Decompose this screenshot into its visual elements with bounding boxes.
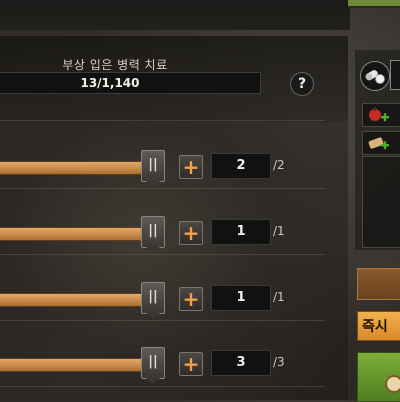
apple-plus-icon[interactable] bbox=[362, 103, 400, 127]
divider bbox=[0, 386, 325, 387]
top-bar bbox=[0, 0, 350, 30]
help-icon[interactable]: ? bbox=[290, 72, 314, 96]
treatment-title: 부상 입은 병력 치료 bbox=[62, 58, 168, 72]
top-accent-shadow bbox=[348, 6, 400, 8]
instant-heal-button[interactable]: 즉시 bbox=[357, 311, 400, 341]
clock-icon bbox=[385, 375, 400, 393]
scroll-plus-icon[interactable] bbox=[362, 131, 400, 155]
divider bbox=[0, 320, 325, 321]
increase-button[interactable]: + bbox=[179, 155, 203, 179]
side-info-box bbox=[362, 156, 400, 248]
quantity-input[interactable]: 2 bbox=[211, 153, 271, 179]
pills-icon[interactable] bbox=[360, 61, 390, 91]
divider bbox=[0, 120, 325, 121]
increase-button[interactable]: + bbox=[179, 287, 203, 311]
troop-row: || + 1 /1 bbox=[0, 282, 348, 322]
cost-box bbox=[357, 268, 400, 300]
quantity-input[interactable]: 3 bbox=[211, 350, 271, 376]
slider-handle[interactable]: || bbox=[141, 282, 165, 319]
quantity-slider[interactable] bbox=[0, 161, 156, 175]
slider-handle[interactable]: || bbox=[141, 216, 165, 253]
quantity-max: /1 bbox=[273, 224, 285, 238]
troop-row: || + 2 /2 bbox=[0, 150, 348, 190]
divider bbox=[0, 188, 325, 189]
treatment-count-bar: 13/1,140 bbox=[0, 72, 261, 94]
quantity-input[interactable]: 1 bbox=[211, 285, 271, 311]
quantity-slider[interactable] bbox=[0, 227, 156, 241]
increase-button[interactable]: + bbox=[179, 221, 203, 245]
quantity-input[interactable]: 1 bbox=[211, 219, 271, 245]
divider bbox=[0, 254, 325, 255]
troop-row: || + 3 /3 bbox=[0, 347, 348, 387]
quantity-max: /2 bbox=[273, 158, 285, 172]
treatment-count: 13/1,140 bbox=[80, 76, 140, 90]
resource-box bbox=[390, 60, 400, 90]
troop-row: || + 1 /1 bbox=[0, 216, 348, 256]
slider-handle[interactable]: || bbox=[141, 150, 165, 187]
quantity-slider[interactable] bbox=[0, 358, 156, 372]
quantity-slider[interactable] bbox=[0, 293, 156, 307]
increase-button[interactable]: + bbox=[179, 352, 203, 376]
quantity-max: /1 bbox=[273, 290, 285, 304]
slider-handle[interactable]: || bbox=[141, 347, 165, 384]
quantity-max: /3 bbox=[273, 355, 285, 369]
